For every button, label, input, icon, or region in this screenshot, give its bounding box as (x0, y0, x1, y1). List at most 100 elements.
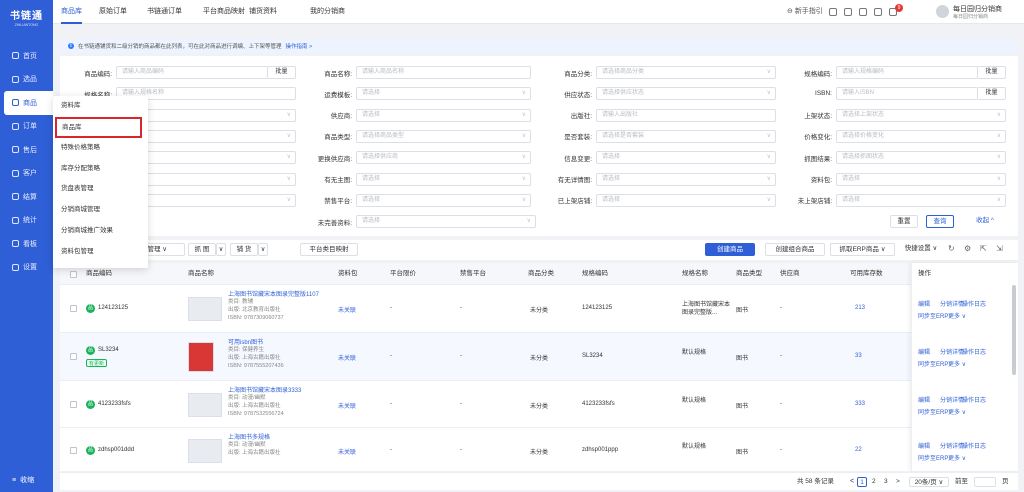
submenu-item-0[interactable]: 资料库 (53, 96, 148, 117)
op-operation-log[interactable]: 操作日志 (962, 347, 986, 356)
export-icon[interactable]: ⇱ (980, 244, 987, 253)
collapse-nav-button[interactable]: ≡ 收缩 (0, 472, 53, 488)
package-link[interactable]: 未关联 (338, 305, 356, 314)
filter-select[interactable]: 请选择 ∨ (356, 193, 531, 207)
reset-button[interactable]: 重置 (890, 215, 918, 228)
nav-item-5[interactable]: 客户 (0, 162, 53, 186)
package-link[interactable]: 未关联 (338, 447, 356, 456)
stock-count[interactable]: 213 (855, 305, 865, 311)
filter-select[interactable]: 请选择是否套装 ∨ (596, 129, 776, 143)
batch-button[interactable]: 批量 (978, 87, 1006, 101)
filter-select[interactable]: 请选择价格变化 ∨ (836, 129, 1006, 143)
product-name[interactable]: 上海图书馆藏宋本图录完整版1107 (228, 289, 319, 298)
sync-erp-link[interactable]: 同步至ERP (918, 407, 948, 416)
more-link[interactable]: 更多 ∨ (948, 359, 966, 368)
sync-erp-link[interactable]: 同步至ERP (918, 453, 948, 462)
tab-listing-data[interactable]: 铺货资料 (249, 0, 277, 24)
nav-item-6[interactable]: 结算 (0, 185, 53, 209)
op-operation-log[interactable]: 操作日志 (962, 395, 986, 404)
filter-select[interactable]: 请选择 ∨ (356, 108, 531, 122)
nav-item-9[interactable]: 设置 (0, 256, 53, 280)
submenu-item-6[interactable]: 分销商城推广效果 (53, 221, 148, 242)
tab-platform-mapping[interactable]: 平台商品映射 (203, 0, 245, 24)
product-thumbnail[interactable] (188, 342, 214, 372)
gear-icon[interactable]: ⚙ (964, 244, 971, 253)
filter-select[interactable]: 请选择 ∨ (596, 172, 776, 186)
stock-count[interactable]: 22 (855, 447, 862, 453)
submenu-item-1[interactable]: 商品库 (55, 116, 142, 138)
page-1[interactable]: 1 (857, 477, 867, 487)
sync-erp-link[interactable]: 同步至ERP (918, 359, 948, 368)
filter-input[interactable]: 请输入规格编码 (836, 66, 978, 79)
nav-item-0[interactable]: 首页 (0, 44, 53, 68)
headset-icon[interactable] (859, 8, 867, 16)
row-checkbox[interactable] (70, 353, 77, 360)
avatar[interactable] (936, 5, 949, 18)
submenu-item-7[interactable]: 资料包管理 (53, 242, 148, 263)
filter-select[interactable]: 请选择 ∨ (836, 193, 1006, 207)
product-name[interactable]: 上海图书多规格 (228, 432, 270, 441)
op-operation-log[interactable]: 操作日志 (962, 441, 986, 450)
capture-image-dropdown[interactable]: ∨ (216, 243, 226, 256)
guide-link[interactable]: ⊖ 新手指引 (787, 0, 823, 24)
stock-count[interactable]: 333 (855, 401, 865, 407)
page-2[interactable]: 2 (872, 477, 876, 487)
filter-select[interactable]: 请选择 ∨ (596, 151, 776, 165)
batch-button[interactable]: 批量 (978, 66, 1006, 79)
submenu-item-5[interactable]: 分销商城管理 (53, 200, 148, 221)
product-thumbnail[interactable] (188, 297, 222, 321)
fullscreen-icon[interactable]: ⇲ (996, 244, 1003, 253)
filter-select[interactable]: 请选择 ∨ (356, 87, 531, 101)
more-link[interactable]: 更多 ∨ (948, 311, 966, 320)
nav-item-7[interactable]: 统计 (0, 209, 53, 233)
op-edit[interactable]: 编辑 (918, 299, 930, 308)
create-combo-button[interactable]: 创建组合商品 (765, 243, 825, 256)
category-mapping-button[interactable]: 平台类目映射 (300, 243, 358, 256)
filter-select[interactable]: 请选择商品分类 ∨ (596, 66, 776, 79)
capture-image-button[interactable]: 抓 图 (188, 243, 216, 256)
submenu-item-3[interactable]: 库存分配策略 (53, 159, 148, 180)
page-3[interactable]: 3 (884, 477, 888, 487)
create-goods-button[interactable]: 创建商品 (705, 243, 755, 256)
product-name[interactable]: 可用isbn图书 (228, 337, 263, 346)
query-button[interactable]: 查询 (926, 215, 954, 228)
row-checkbox[interactable] (70, 446, 77, 454)
nav-item-4[interactable]: 售后 (0, 138, 53, 162)
submenu-item-4[interactable]: 货盘表管理 (53, 179, 148, 200)
filter-select[interactable]: 请选择供应商 ∨ (356, 151, 531, 165)
filter-input[interactable]: 请输入商品名称 (356, 66, 531, 79)
select-all-checkbox[interactable] (70, 271, 77, 278)
distribute-dropdown[interactable]: ∨ (258, 243, 268, 256)
filter-select[interactable]: 请选择商品类型 ∨ (356, 129, 531, 143)
next-page-icon[interactable]: > (896, 477, 900, 487)
filter-select[interactable]: 请选择 ∨ (596, 193, 776, 207)
nav-item-8[interactable]: 看板 (0, 232, 53, 256)
prev-page-icon[interactable]: < (850, 477, 854, 487)
nav-item-3[interactable]: 订单 (0, 115, 53, 139)
tab-my-distributors[interactable]: 我的分销商 (310, 0, 345, 24)
row-checkbox[interactable] (70, 400, 77, 408)
package-link[interactable]: 未关联 (338, 401, 356, 410)
submenu-item-2[interactable]: 特殊价格策略 (53, 138, 148, 159)
op-distribution-detail[interactable]: 分销详情 (940, 441, 964, 450)
package-link[interactable]: 未关联 (338, 353, 356, 362)
more-link[interactable]: 更多 ∨ (948, 407, 966, 416)
sync-erp-link[interactable]: 同步至ERP (918, 311, 948, 320)
filter-input[interactable]: 请输入ISBN (836, 87, 978, 101)
filter-select[interactable]: 请选择 ∨ (836, 172, 1006, 186)
filter-input[interactable]: 请输入出版社 (596, 108, 776, 122)
more-link[interactable]: 更多 ∨ (948, 453, 966, 462)
filter-select[interactable]: 请选择抓图状态 ∨ (836, 151, 1006, 165)
tab-slt-orders[interactable]: 书链通订单 (147, 0, 182, 24)
guide-link-notice[interactable]: 操作指南 > (286, 42, 313, 50)
tab-goods-library[interactable]: 商品库 (61, 0, 82, 24)
filter-select[interactable]: 请选择上架状态 ∨ (836, 108, 1006, 122)
op-edit[interactable]: 编辑 (918, 441, 930, 450)
tab-raw-orders[interactable]: 原始订单 (99, 0, 127, 24)
op-distribution-detail[interactable]: 分销详情 (940, 299, 964, 308)
table-scrollbar[interactable] (1012, 285, 1016, 375)
fetch-erp-button[interactable]: 抓取ERP商品 ∨ (830, 243, 895, 256)
upload-icon[interactable] (829, 8, 837, 16)
batch-button[interactable]: 批量 (268, 66, 296, 79)
filter-select[interactable]: 请选择供应状态 ∨ (596, 87, 776, 101)
